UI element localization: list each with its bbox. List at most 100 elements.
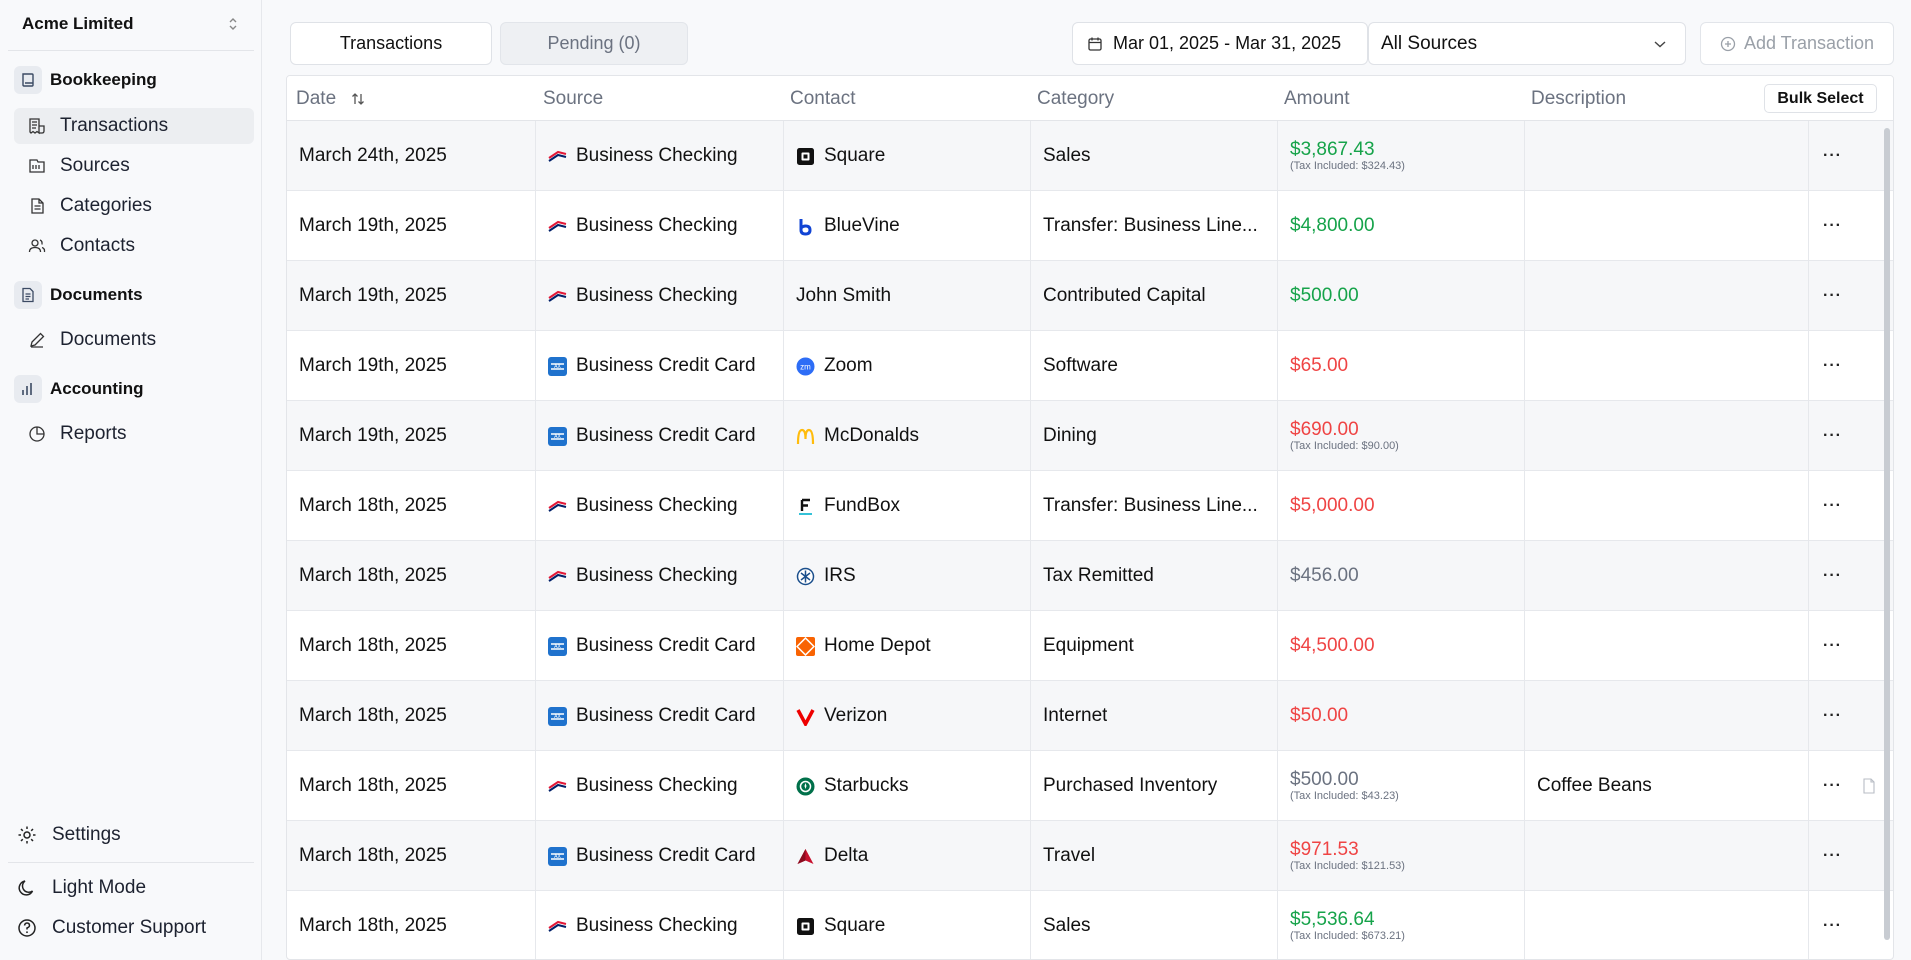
more-actions-icon[interactable]: ···: [1823, 917, 1842, 935]
table-row[interactable]: March 19th, 2025 AX Business Credit Card Mc…: [287, 401, 1893, 471]
more-actions-icon[interactable]: ···: [1823, 637, 1842, 655]
table-row[interactable]: March 19th, 2025 Business Checking BlueVin…: [287, 191, 1893, 261]
table-row[interactable]: March 18th, 2025 AX Business Credit Card De…: [287, 821, 1893, 891]
sources-select[interactable]: All Sources: [1368, 22, 1686, 65]
column-source: Source: [543, 87, 604, 109]
table-row[interactable]: March 18th, 2025 Business Checking IRS Tax …: [287, 541, 1893, 611]
sources-select-value: All Sources: [1381, 32, 1478, 54]
help-circle-icon: [16, 917, 38, 939]
cell-contact: IRS: [784, 541, 1031, 611]
table-row[interactable]: March 18th, 2025 AX Business Credit Card Ho…: [287, 611, 1893, 681]
more-actions-icon[interactable]: ···: [1823, 147, 1842, 165]
date-range-picker[interactable]: Mar 01, 2025 - Mar 31, 2025: [1072, 22, 1368, 65]
amex-logo-icon: AX: [548, 846, 567, 866]
square-logo-icon: [796, 147, 815, 166]
sidebar-item-contacts[interactable]: Contacts: [14, 228, 254, 264]
company-switcher[interactable]: Acme Limited: [8, 6, 254, 42]
column-category: Category: [1037, 87, 1115, 109]
cell-actions: ···: [1809, 331, 1893, 401]
sidebar-item-transactions[interactable]: Transactions: [14, 108, 254, 144]
cell-description: [1525, 331, 1809, 401]
contact-name: Square: [824, 145, 886, 166]
sidebar-item-documents[interactable]: Documents: [14, 322, 254, 358]
more-actions-icon[interactable]: ···: [1823, 777, 1842, 795]
cell-category: Equipment: [1031, 611, 1278, 681]
more-actions-icon[interactable]: ···: [1823, 847, 1842, 865]
cell-source: AX Business Credit Card: [536, 611, 784, 681]
column-label: Date: [296, 87, 337, 109]
cell-actions: ···: [1809, 261, 1893, 331]
bank-of-america-logo-icon: [548, 147, 567, 166]
chevron-down-icon: [1653, 33, 1667, 55]
table-row[interactable]: March 19th, 2025 Business Checking John Sm…: [287, 261, 1893, 331]
more-actions-icon[interactable]: ···: [1823, 567, 1842, 585]
square-logo-icon: [796, 917, 815, 936]
tab-pending[interactable]: Pending (0): [500, 22, 688, 65]
cell-date: March 18th, 2025: [287, 541, 536, 611]
bank-icon: [26, 155, 48, 177]
cell-category: Software: [1031, 331, 1278, 401]
attachment-icon[interactable]: [1862, 778, 1876, 794]
table-row[interactable]: March 19th, 2025 AX Business Credit Card zm…: [287, 331, 1893, 401]
column-date[interactable]: Date: [296, 76, 366, 121]
contact-name: FundBox: [824, 495, 901, 516]
sidebar-item-categories[interactable]: Categories: [14, 188, 254, 224]
category-name: Equipment: [1043, 635, 1134, 656]
cell-date: March 18th, 2025: [287, 891, 536, 959]
mcdonalds-logo-icon: [796, 427, 815, 446]
cell-amount: $65.00: [1278, 331, 1525, 401]
scrollbar[interactable]: [1884, 128, 1890, 940]
source-name: Business Credit Card: [576, 425, 756, 446]
amex-logo-icon: AX: [548, 356, 567, 376]
more-actions-icon[interactable]: ···: [1823, 287, 1842, 305]
bank-of-america-logo-icon: [548, 567, 567, 586]
table-row[interactable]: March 18th, 2025 Business Checking Square S…: [287, 891, 1893, 959]
tab-transactions[interactable]: Transactions: [290, 22, 492, 65]
customer-support-button[interactable]: Customer Support: [16, 911, 256, 945]
moon-icon: [16, 877, 38, 899]
table-row[interactable]: March 18th, 2025 Business Checking Starbuc…: [287, 751, 1893, 821]
table-row[interactable]: March 18th, 2025 Business Checking FundBox…: [287, 471, 1893, 541]
add-transaction-button[interactable]: Add Transaction: [1700, 22, 1894, 65]
category-name: Contributed Capital: [1043, 285, 1206, 306]
cell-contact: zm Zoom: [784, 331, 1031, 401]
category-name: Transfer: Business Line...: [1043, 215, 1258, 236]
column-description: Description: [1531, 87, 1627, 109]
sort-icon[interactable]: [350, 91, 366, 107]
sidebar-item-label: Transactions: [60, 115, 169, 136]
more-actions-icon[interactable]: ···: [1823, 217, 1842, 235]
table-row[interactable]: March 18th, 2025 AX Business Credit Card Ve…: [287, 681, 1893, 751]
cell-contact: Delta: [784, 821, 1031, 891]
more-actions-icon[interactable]: ···: [1823, 497, 1842, 515]
cell-amount: $4,500.00: [1278, 611, 1525, 681]
cell-contact: Verizon: [784, 681, 1031, 751]
bank-of-america-logo-icon: [548, 917, 567, 936]
cell-description: [1525, 681, 1809, 751]
cell-date: March 19th, 2025: [287, 191, 536, 261]
tax-included-note: (Tax Included: $43.23): [1290, 790, 1399, 802]
sidebar-item-sources[interactable]: Sources: [14, 148, 254, 184]
cell-category: Internet: [1031, 681, 1278, 751]
cell-contact: Square: [784, 891, 1031, 959]
pie-chart-icon: [26, 423, 48, 445]
section-accounting: Accounting: [14, 374, 144, 404]
sidebar-item-reports[interactable]: Reports: [14, 416, 254, 452]
more-actions-icon[interactable]: ···: [1823, 707, 1842, 725]
more-actions-icon[interactable]: ···: [1823, 357, 1842, 375]
cell-source: AX Business Credit Card: [536, 681, 784, 751]
category-name: Purchased Inventory: [1043, 775, 1218, 796]
settings-button[interactable]: Settings: [16, 818, 256, 852]
cell-source: Business Checking: [536, 751, 784, 821]
bulk-select-button[interactable]: Bulk Select: [1764, 84, 1877, 113]
table-row[interactable]: March 24th, 2025 Business Checking Square S…: [287, 121, 1893, 191]
cell-category: Sales: [1031, 891, 1278, 959]
contact-name: Square: [824, 915, 886, 936]
contact-name: Zoom: [824, 355, 873, 376]
cell-description: [1525, 541, 1809, 611]
more-actions-icon[interactable]: ···: [1823, 427, 1842, 445]
cell-actions: ···: [1809, 751, 1893, 821]
verizon-logo-icon: [796, 707, 815, 726]
cell-source: Business Checking: [536, 541, 784, 611]
light-mode-toggle[interactable]: Light Mode: [16, 871, 256, 905]
bank-of-america-logo-icon: [548, 497, 567, 516]
